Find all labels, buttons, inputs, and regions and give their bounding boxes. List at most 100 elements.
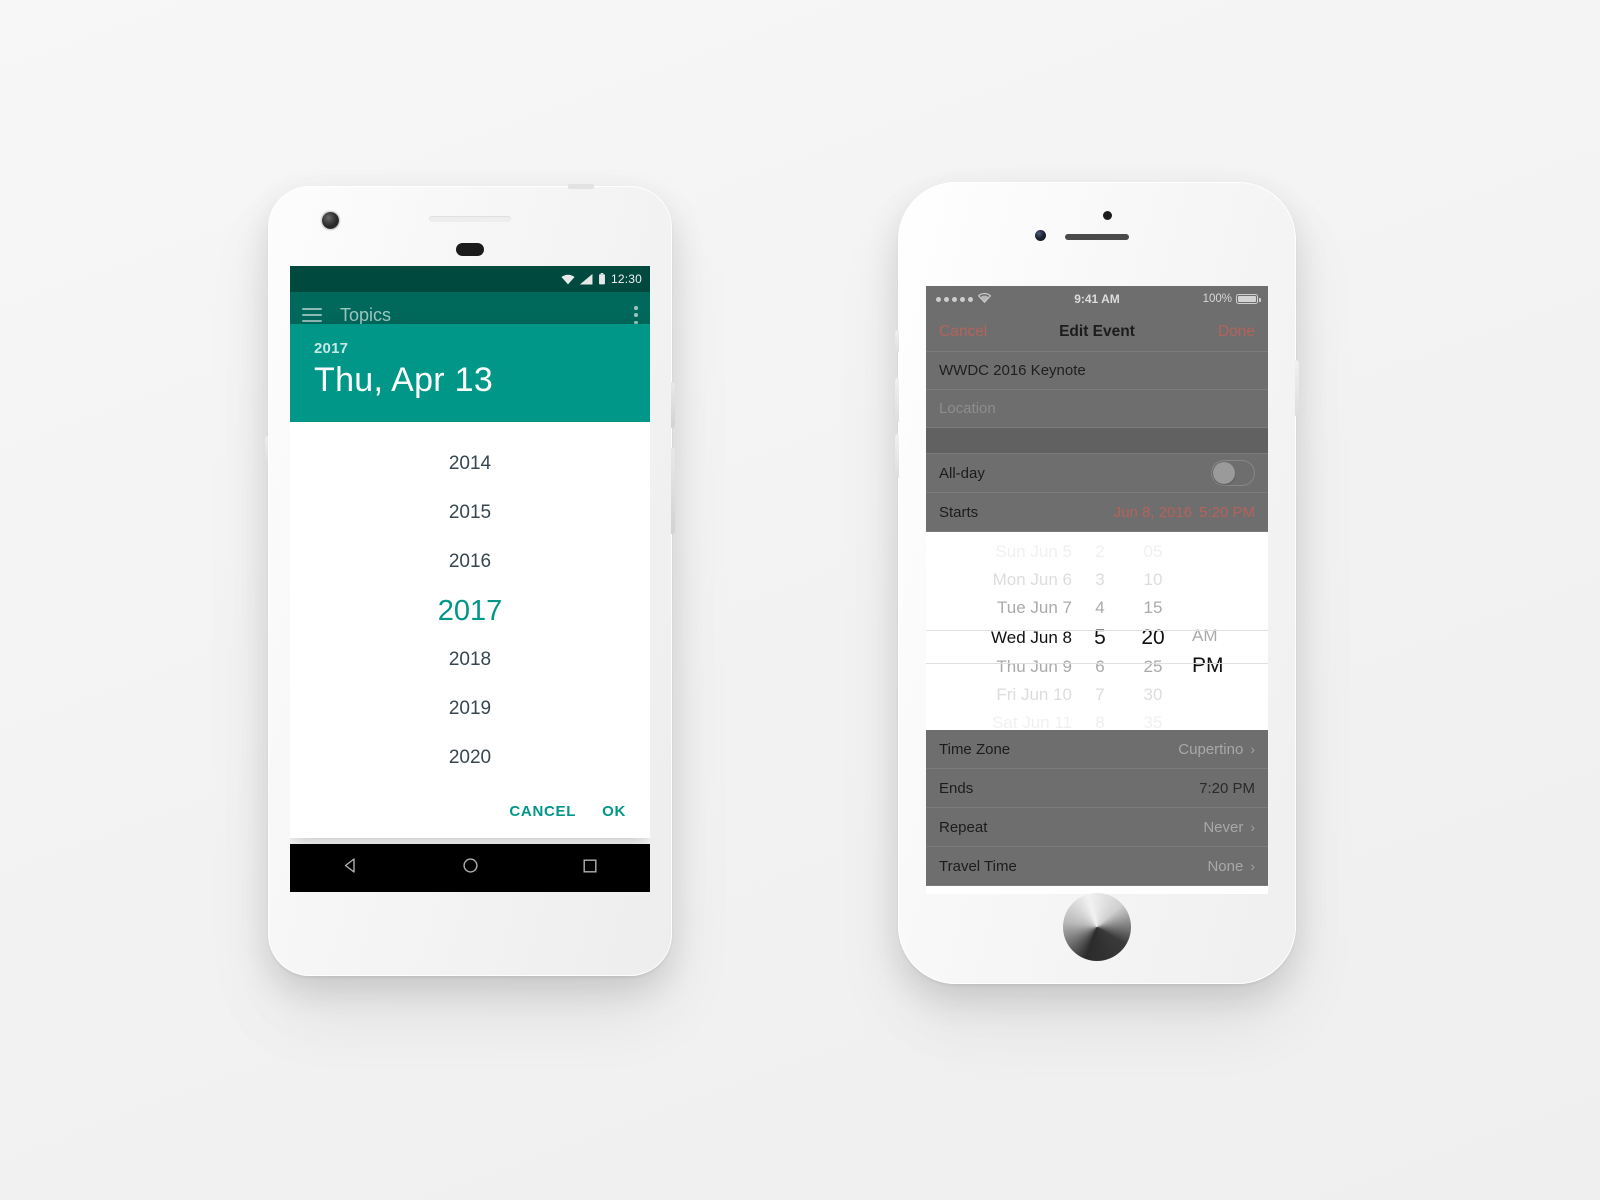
year-option[interactable]: 2020 bbox=[290, 734, 650, 783]
picker-cell[interactable]: 6 bbox=[1095, 653, 1104, 681]
picker-cell[interactable]: Fri Jun 10 bbox=[996, 681, 1072, 709]
power-button[interactable] bbox=[671, 382, 675, 428]
date-picker-dialog: 2017 Thu, Apr 13 2014 2015 2016 2017 201… bbox=[290, 324, 650, 838]
time-zone-label: Time Zone bbox=[939, 740, 1011, 758]
picker-cell[interactable]: Mon Jun 6 bbox=[993, 566, 1072, 594]
picker-cell[interactable]: 25 bbox=[1144, 653, 1163, 681]
picker-cell[interactable]: 4 bbox=[1095, 594, 1104, 622]
picker-cell[interactable]: Thu Jun 9 bbox=[996, 653, 1072, 681]
repeat-label: Repeat bbox=[939, 818, 988, 836]
earpiece-speaker bbox=[429, 216, 511, 222]
overflow-menu-icon[interactable] bbox=[634, 306, 638, 324]
picker-header-date[interactable]: Thu, Apr 13 bbox=[314, 359, 626, 402]
picker-cell[interactable]: AM bbox=[1192, 622, 1218, 650]
year-option-selected[interactable]: 2017 bbox=[290, 587, 650, 636]
travel-time-label: Travel Time bbox=[939, 857, 1017, 875]
travel-time-row[interactable]: Travel Time None › bbox=[926, 847, 1268, 886]
power-button[interactable] bbox=[1295, 360, 1299, 416]
time-zone-value: Cupertino bbox=[1178, 740, 1244, 758]
silent-switch[interactable] bbox=[895, 330, 899, 352]
iphone-device: 9:41 AM 100% Cancel Edit Event Done WWDC… bbox=[895, 180, 1299, 986]
battery-icon bbox=[598, 273, 606, 285]
starts-value-group: Jun 8, 2016 5:20 PM bbox=[1114, 504, 1255, 521]
travel-time-value-group: None › bbox=[1207, 858, 1255, 875]
picker-cell-selected[interactable]: 5 bbox=[1094, 622, 1106, 653]
repeat-value: Never bbox=[1203, 818, 1244, 836]
sensor-module bbox=[456, 243, 484, 256]
picker-column-date[interactable]: Sun Jun 5 Mon Jun 6 Tue Jun 7 Wed Jun 8 … bbox=[926, 538, 1076, 730]
status-right-group: 100% bbox=[1203, 293, 1261, 305]
picker-columns: Sun Jun 5 Mon Jun 6 Tue Jun 7 Wed Jun 8 … bbox=[926, 532, 1268, 730]
ios-date-picker[interactable]: Sun Jun 5 Mon Jun 6 Tue Jun 7 Wed Jun 8 … bbox=[926, 532, 1268, 730]
location-field[interactable]: Location bbox=[926, 390, 1268, 428]
time-zone-row[interactable]: Time Zone Cupertino › bbox=[926, 730, 1268, 769]
android-status-time: 12:30 bbox=[610, 272, 642, 286]
dialog-actions: CANCEL OK bbox=[290, 788, 650, 838]
volume-button[interactable] bbox=[671, 448, 675, 534]
volume-down-button[interactable] bbox=[895, 434, 899, 478]
proximity-sensor bbox=[1103, 211, 1112, 220]
picker-cell[interactable]: Tue Jun 7 bbox=[997, 594, 1072, 622]
back-triangle-icon[interactable] bbox=[342, 857, 359, 879]
starts-time-value[interactable]: 5:20 PM bbox=[1199, 504, 1255, 521]
picker-column-hour[interactable]: 2 3 4 5 6 7 8 bbox=[1076, 538, 1124, 730]
earpiece-speaker bbox=[1065, 234, 1129, 240]
hamburger-menu-icon[interactable] bbox=[302, 308, 322, 322]
chevron-right-icon: › bbox=[1250, 858, 1255, 874]
home-circle-icon[interactable] bbox=[462, 857, 479, 879]
picker-cell-selected[interactable]: PM bbox=[1192, 650, 1224, 681]
picker-cell[interactable]: 05 bbox=[1144, 538, 1163, 566]
picker-cell-selected[interactable]: Wed Jun 8 bbox=[991, 622, 1072, 653]
all-day-label: All-day bbox=[939, 464, 985, 482]
starts-row[interactable]: Starts Jun 8, 2016 5:20 PM bbox=[926, 493, 1268, 532]
front-camera-icon bbox=[1035, 230, 1046, 241]
picker-header-year[interactable]: 2017 bbox=[314, 340, 626, 357]
date-picker-header: 2017 Thu, Apr 13 bbox=[290, 324, 650, 422]
antenna-line bbox=[568, 184, 594, 189]
battery-icon bbox=[1236, 294, 1261, 304]
all-day-row[interactable]: All-day bbox=[926, 454, 1268, 493]
event-title-field[interactable]: WWDC 2016 Keynote bbox=[926, 352, 1268, 390]
repeat-value-group: Never › bbox=[1203, 819, 1255, 836]
picker-cell[interactable]: 7 bbox=[1095, 681, 1104, 709]
status-left-group bbox=[936, 292, 992, 306]
signal-icon bbox=[579, 273, 593, 285]
picker-cell[interactable]: 15 bbox=[1144, 594, 1163, 622]
wifi-icon bbox=[561, 274, 575, 285]
app-bar-title: Topics bbox=[340, 304, 392, 325]
chevron-right-icon: › bbox=[1250, 819, 1255, 835]
year-option[interactable]: 2018 bbox=[290, 636, 650, 685]
year-option[interactable]: 2019 bbox=[290, 685, 650, 734]
ends-label: Ends bbox=[939, 779, 974, 797]
picker-cell[interactable]: 3 bbox=[1095, 566, 1104, 594]
year-option[interactable]: 2014 bbox=[290, 440, 650, 489]
repeat-row[interactable]: Repeat Never › bbox=[926, 808, 1268, 847]
picker-cell[interactable]: Sun Jun 5 bbox=[995, 538, 1072, 566]
ok-button[interactable]: OK bbox=[602, 803, 626, 820]
home-button-icon[interactable] bbox=[1063, 893, 1131, 961]
sim-tray bbox=[265, 436, 268, 466]
picker-cell-selected[interactable]: 20 bbox=[1141, 622, 1164, 653]
picker-cell[interactable]: 30 bbox=[1144, 681, 1163, 709]
picker-cell[interactable]: 35 bbox=[1144, 709, 1163, 730]
cancel-button[interactable]: CANCEL bbox=[509, 803, 576, 820]
time-zone-value-group: Cupertino › bbox=[1178, 741, 1255, 758]
year-option[interactable]: 2016 bbox=[290, 538, 650, 587]
picker-cell[interactable]: 8 bbox=[1095, 709, 1104, 730]
all-day-toggle[interactable] bbox=[1211, 460, 1255, 486]
ios-status-bar: 9:41 AM 100% bbox=[926, 286, 1268, 312]
travel-time-value: None bbox=[1207, 857, 1244, 875]
picker-cell[interactable]: 10 bbox=[1144, 566, 1163, 594]
starts-date-value[interactable]: Jun 8, 2016 bbox=[1114, 504, 1192, 521]
picker-cell[interactable]: 2 bbox=[1095, 538, 1104, 566]
year-list[interactable]: 2014 2015 2016 2017 2018 2019 2020 bbox=[290, 421, 650, 789]
picker-cell[interactable]: Sat Jun 11 bbox=[992, 709, 1072, 730]
volume-up-button[interactable] bbox=[895, 378, 899, 422]
recents-square-icon[interactable] bbox=[582, 858, 598, 879]
picker-column-meridiem[interactable]: AM PM bbox=[1182, 538, 1256, 730]
ends-row[interactable]: Ends 7:20 PM bbox=[926, 769, 1268, 808]
done-button[interactable]: Done bbox=[1218, 323, 1255, 341]
picker-column-minute[interactable]: 05 10 15 20 25 30 35 bbox=[1124, 538, 1182, 730]
ends-value: 7:20 PM bbox=[1199, 779, 1255, 797]
year-option[interactable]: 2015 bbox=[290, 489, 650, 538]
